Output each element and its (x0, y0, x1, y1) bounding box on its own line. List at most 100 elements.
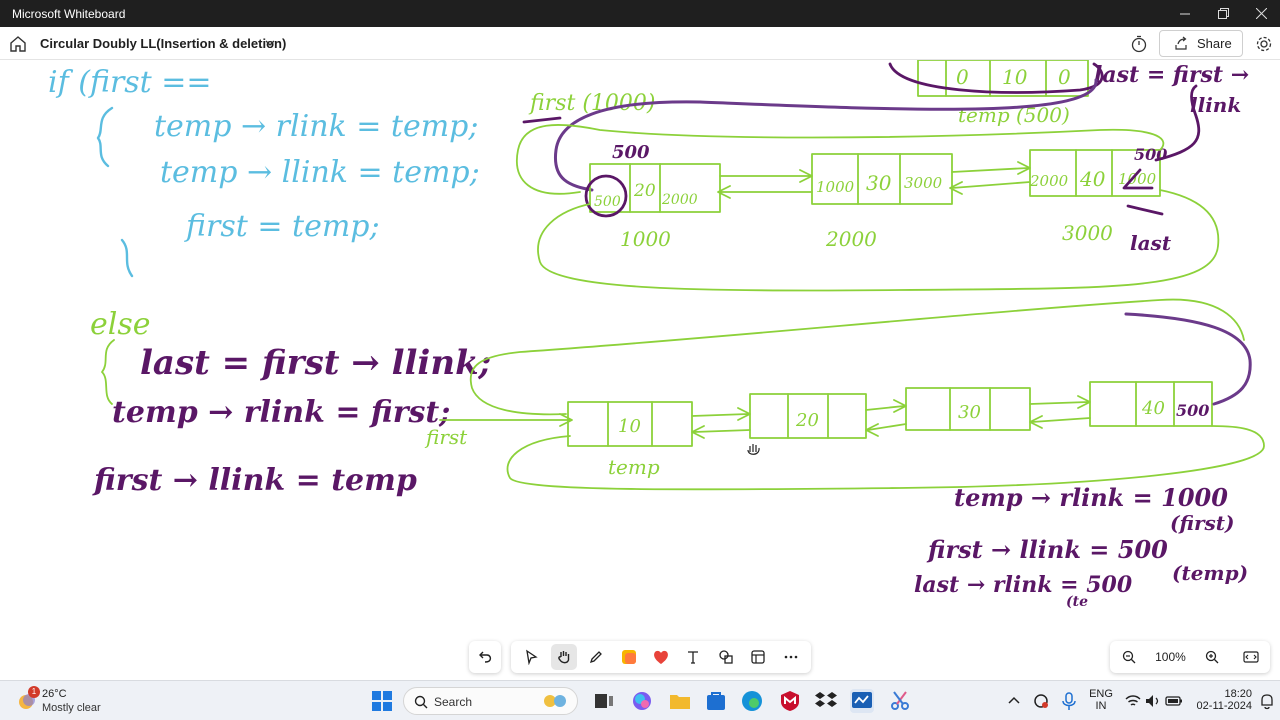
top-node-2-val: 30 (866, 171, 892, 195)
top-node-1-prev: 500 (594, 194, 621, 210)
store-icon[interactable] (704, 689, 728, 713)
document-title[interactable]: Circular Doubly LL(Insertion & deletion) (40, 36, 286, 51)
ink-layer: if (first == temp → rlink = temp; temp →… (48, 60, 1265, 610)
pen-icon (590, 651, 603, 664)
maximize-button[interactable] (1204, 0, 1242, 27)
new-node-val: 10 (1002, 65, 1028, 89)
new-node-prev: 0 (956, 65, 969, 89)
taskbar-search[interactable]: Search (403, 687, 578, 715)
more-tools-button[interactable] (778, 644, 804, 670)
pan-tool[interactable] (550, 644, 577, 670)
text-icon (688, 651, 699, 664)
chevron-up-icon[interactable] (1006, 689, 1022, 713)
top-node-3-prev: 2000 (1029, 172, 1069, 190)
taskbar: 1 26°C Mostly clear Search ENG IN 18:20 … (0, 680, 1280, 720)
shapes-tool[interactable] (713, 644, 739, 670)
whiteboard-app-icon[interactable] (850, 689, 874, 713)
weather-temp: 26°C (42, 688, 67, 700)
language-indicator[interactable]: ENG IN (1086, 688, 1116, 712)
templates-tool[interactable] (745, 644, 771, 670)
else-line-3: first → llink = temp (92, 463, 417, 498)
volume-icon[interactable] (1144, 689, 1162, 713)
bottom-node-2-val: 20 (795, 410, 819, 431)
else-keyword: else (90, 307, 151, 342)
gear-icon[interactable] (1255, 35, 1273, 53)
blue-code-line-2: temp → rlink = temp; (154, 109, 478, 144)
file-explorer-icon[interactable] (668, 689, 692, 713)
share-icon (1175, 36, 1187, 50)
note-line-3: last → rlink = 500 (914, 572, 1133, 598)
snipping-tool-icon[interactable] (888, 689, 912, 713)
reactions-tool[interactable] (648, 644, 674, 670)
blue-brace-close (120, 238, 134, 278)
restore-icon (1217, 8, 1229, 19)
edge-icon[interactable] (740, 689, 764, 713)
zoom-out-button[interactable] (1116, 650, 1142, 664)
wifi-icon[interactable] (1124, 689, 1142, 713)
blue-code-line-4: first = temp; (184, 209, 380, 244)
copilot-icon[interactable] (630, 689, 654, 713)
else-line-1: last = first → llink; (140, 343, 491, 383)
home-icon[interactable] (8, 34, 28, 54)
weather-widget[interactable]: 1 26°C Mostly clear (14, 686, 134, 716)
pen-tool[interactable] (583, 644, 609, 670)
weather-condition: Mostly clear (42, 702, 101, 714)
bottom-diagram: first 10 temp 20 30 40 500 (424, 298, 1265, 491)
search-label: Search (434, 695, 473, 709)
microphone-icon[interactable] (1060, 689, 1078, 713)
security-tray-icon[interactable] (1032, 689, 1050, 713)
purple-else-block: else last = first → llink; temp → rlink … (90, 307, 491, 498)
note-line-3-sub: (te (1066, 594, 1088, 610)
dropbox-icon[interactable] (814, 689, 838, 713)
language-bottom: IN (1095, 700, 1107, 712)
bottom-first-label: first (424, 425, 468, 449)
chevron-down-icon[interactable] (264, 37, 276, 49)
bottom-arrow-2-3 (865, 399, 907, 413)
share-button[interactable]: Share (1159, 30, 1243, 57)
mcafee-icon[interactable] (778, 689, 802, 713)
battery-icon[interactable] (1164, 689, 1184, 713)
minimize-icon (1180, 13, 1190, 14)
bottom-arrow-1-2 (691, 407, 751, 421)
undo-button[interactable] (469, 641, 501, 673)
notification-bell-icon[interactable] (1258, 689, 1276, 713)
top-node-1-next: 2000 (661, 192, 698, 208)
top-node-1-val: 20 (633, 181, 656, 201)
clock[interactable]: 18:20 02-11-2024 (1190, 688, 1252, 712)
bottom-arrow-3-4 (1029, 395, 1091, 409)
pointer-icon (526, 649, 538, 665)
whiteboard-window: Microsoft Whiteboard Circular Doubly LL(… (0, 0, 1280, 720)
whiteboard-canvas[interactable]: if (first == temp → rlink = temp; temp →… (0, 60, 1280, 680)
close-button[interactable] (1242, 0, 1280, 27)
top-arrow-2-3 (951, 161, 1031, 175)
minimize-button[interactable] (1166, 0, 1204, 27)
fit-to-screen-button[interactable] (1238, 650, 1264, 664)
sticky-note-tool[interactable] (616, 644, 642, 670)
windows-start-icon[interactable] (370, 689, 394, 713)
task-view-icon[interactable] (592, 689, 616, 713)
hand-icon (557, 651, 569, 664)
zoom-controls: 100% (1110, 641, 1270, 673)
top-node-2-next: 3000 (904, 174, 943, 192)
top-arrow-3-2 (949, 181, 1031, 195)
timer-icon[interactable] (1130, 35, 1148, 53)
heart-icon (654, 650, 668, 664)
text-tool[interactable] (680, 644, 706, 670)
new-node-next: 0 (1058, 65, 1071, 89)
note-line-1: temp → rlink = 1000 (954, 483, 1228, 512)
app-header: Circular Doubly LL(Insertion & deletion)… (0, 27, 1280, 60)
select-tool[interactable] (518, 644, 544, 670)
bottom-temp-label: temp (608, 455, 660, 479)
search-highlight-icon (544, 695, 566, 707)
more-icon (784, 655, 798, 659)
app-name: Microsoft Whiteboard (12, 7, 126, 21)
else-line-2: temp → rlink = first; (112, 395, 450, 430)
bottom-arrow-3-2 (865, 423, 907, 437)
notes-block: temp → rlink = 1000 (first) first → llin… (914, 483, 1248, 610)
top-last-label: last (1130, 231, 1172, 255)
last-assign-2: llink (1190, 93, 1241, 117)
bottom-arrow-2-1 (691, 425, 751, 439)
zoom-in-button[interactable] (1199, 650, 1225, 664)
undo-icon (479, 651, 492, 663)
zoom-level[interactable]: 100% (1155, 650, 1186, 664)
